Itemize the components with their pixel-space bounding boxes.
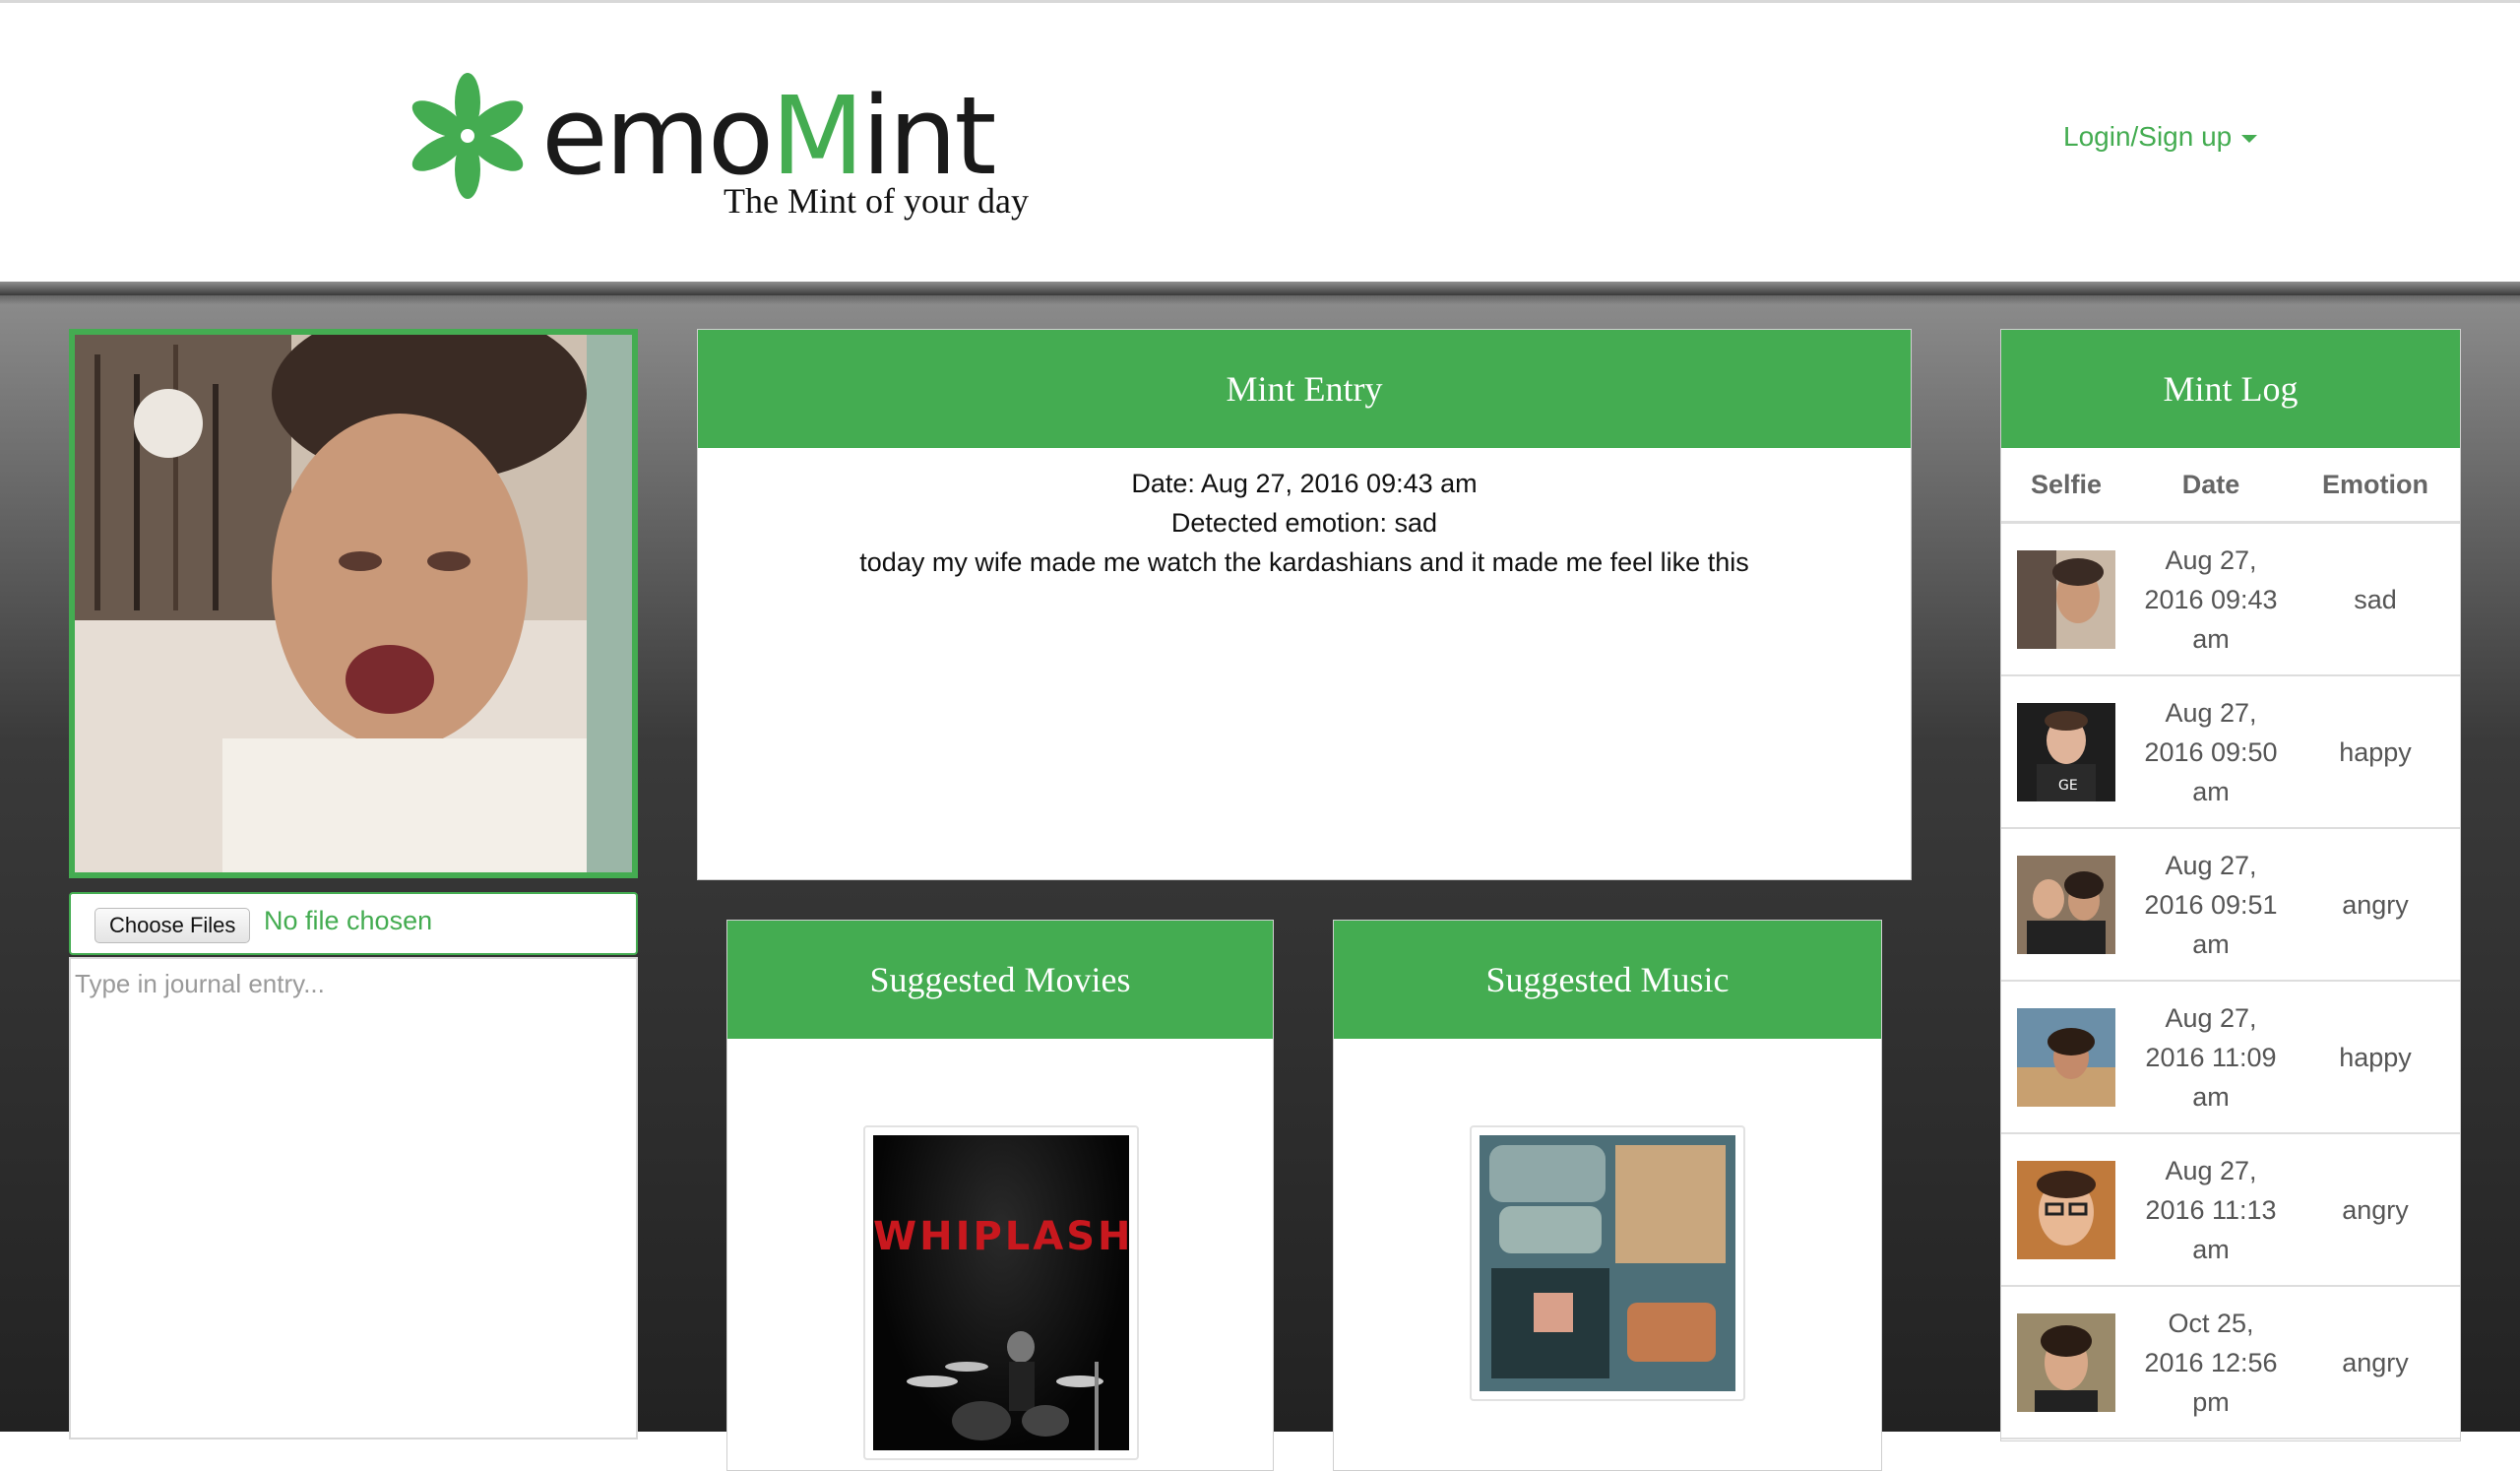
log-emotion: happy xyxy=(2291,675,2460,829)
caret-down-icon xyxy=(2241,134,2258,143)
log-emotion: sad xyxy=(2291,522,2460,676)
log-date: Aug 27, 2016 09:50 am xyxy=(2131,675,2291,829)
log-date: Oct 25, 2016 12:56 pm xyxy=(2131,1286,2291,1439)
log-row[interactable]: Aug 27, 2016 11:09 am happy xyxy=(2001,981,2460,1134)
log-date: Aug 27, 2016 09:43 am xyxy=(2131,522,2291,676)
log-header-row: Selfie Date Emotion xyxy=(2001,448,2460,524)
log-row[interactable]: Oct 25, 2016 12:56 pm angry xyxy=(2001,1286,2460,1439)
tagline: The Mint of your day xyxy=(724,181,1029,221)
file-upload: Choose Files No file chosen xyxy=(69,892,638,955)
log-row[interactable]: GE Aug 27, 2016 09:50 am happy xyxy=(2001,675,2460,829)
log-emotion: angry xyxy=(2291,828,2460,982)
log-date: Aug 27, 2016 11:13 am xyxy=(2131,1133,2291,1287)
album-cover-image xyxy=(1480,1135,1735,1391)
selfie-thumbnail-icon xyxy=(2017,1007,2115,1107)
mint-log-table: Selfie Date Emotion Aug 27, 2016 09:43 am … xyxy=(2001,448,2460,1439)
log-emotion: happy xyxy=(2291,981,2460,1134)
log-emotion: angry xyxy=(2291,1286,2460,1439)
choose-files-button[interactable]: Choose Files xyxy=(94,908,251,943)
log-row[interactable]: Aug 27, 2016 09:51 am angry xyxy=(2001,828,2460,982)
journal-entry-input[interactable] xyxy=(69,957,638,1439)
svg-text:GE: GE xyxy=(2058,778,2078,794)
drummer-icon xyxy=(907,1331,1103,1450)
entry-emotion: Detected emotion: sad xyxy=(1170,508,1438,538)
suggested-music-title: Suggested Music xyxy=(1334,921,1881,1039)
entry-text: today my wife made me watch the kardashi… xyxy=(859,547,1749,577)
mint-log-panel: Mint Log Selfie Date Emotion Aug 27, 2016… xyxy=(2000,329,2461,1441)
selfie-thumbnail-icon xyxy=(2017,1312,2115,1412)
music-thumbnail[interactable] xyxy=(1470,1125,1745,1401)
mint-entry-body: Date: Aug 27, 2016 09:43 am Detected emo… xyxy=(698,464,1911,582)
entry-date: Date: Aug 27, 2016 09:43 am xyxy=(1131,469,1478,498)
selfie-thumbnail-icon xyxy=(2017,855,2115,954)
logo[interactable]: emoMint The Mint of your day xyxy=(404,72,1034,229)
suggested-movies-title: Suggested Movies xyxy=(727,921,1273,1039)
log-date: Aug 27, 2016 11:09 am xyxy=(2131,981,2291,1134)
movie-thumbnail[interactable]: WHIPLASH xyxy=(863,1125,1139,1460)
selfie-image xyxy=(75,335,632,872)
selfie-thumbnail-icon xyxy=(2017,549,2115,649)
mint-log-title: Mint Log xyxy=(2001,330,2460,448)
suggested-music-panel: Suggested Music xyxy=(1333,920,1882,1471)
mint-flower-icon xyxy=(411,73,524,199)
site-header: emoMint The Mint of your day Login/Sign … xyxy=(0,3,2520,282)
suggested-movies-panel: Suggested Movies WHIPLASH xyxy=(726,920,1274,1471)
column-header-emotion: Emotion xyxy=(2291,448,2460,524)
log-date: Aug 27, 2016 09:51 am xyxy=(2131,828,2291,982)
log-row[interactable]: Aug 27, 2016 09:43 am sad xyxy=(2001,522,2460,676)
file-status: No file chosen xyxy=(264,906,433,935)
login-label: Login/Sign up xyxy=(2063,121,2233,152)
selfie-preview-frame xyxy=(69,329,638,878)
column-header-date: Date xyxy=(2131,448,2291,524)
login-signup-dropdown[interactable]: Login/Sign up xyxy=(2063,121,2258,153)
movie-poster-image: WHIPLASH xyxy=(873,1135,1129,1450)
log-emotion: angry xyxy=(2291,1133,2460,1287)
column-header-selfie: Selfie xyxy=(2001,448,2131,524)
mint-entry-panel: Mint Entry Date: Aug 27, 2016 09:43 am D… xyxy=(697,329,1912,880)
album-art-icon xyxy=(1480,1135,1735,1391)
selfie-photo-icon xyxy=(75,335,632,872)
selfie-thumbnail-icon xyxy=(2017,1160,2115,1259)
mint-entry-title: Mint Entry xyxy=(698,330,1911,448)
log-row[interactable]: Aug 27, 2016 11:13 am angry xyxy=(2001,1133,2460,1287)
selfie-thumbnail-icon: GE xyxy=(2017,702,2115,801)
